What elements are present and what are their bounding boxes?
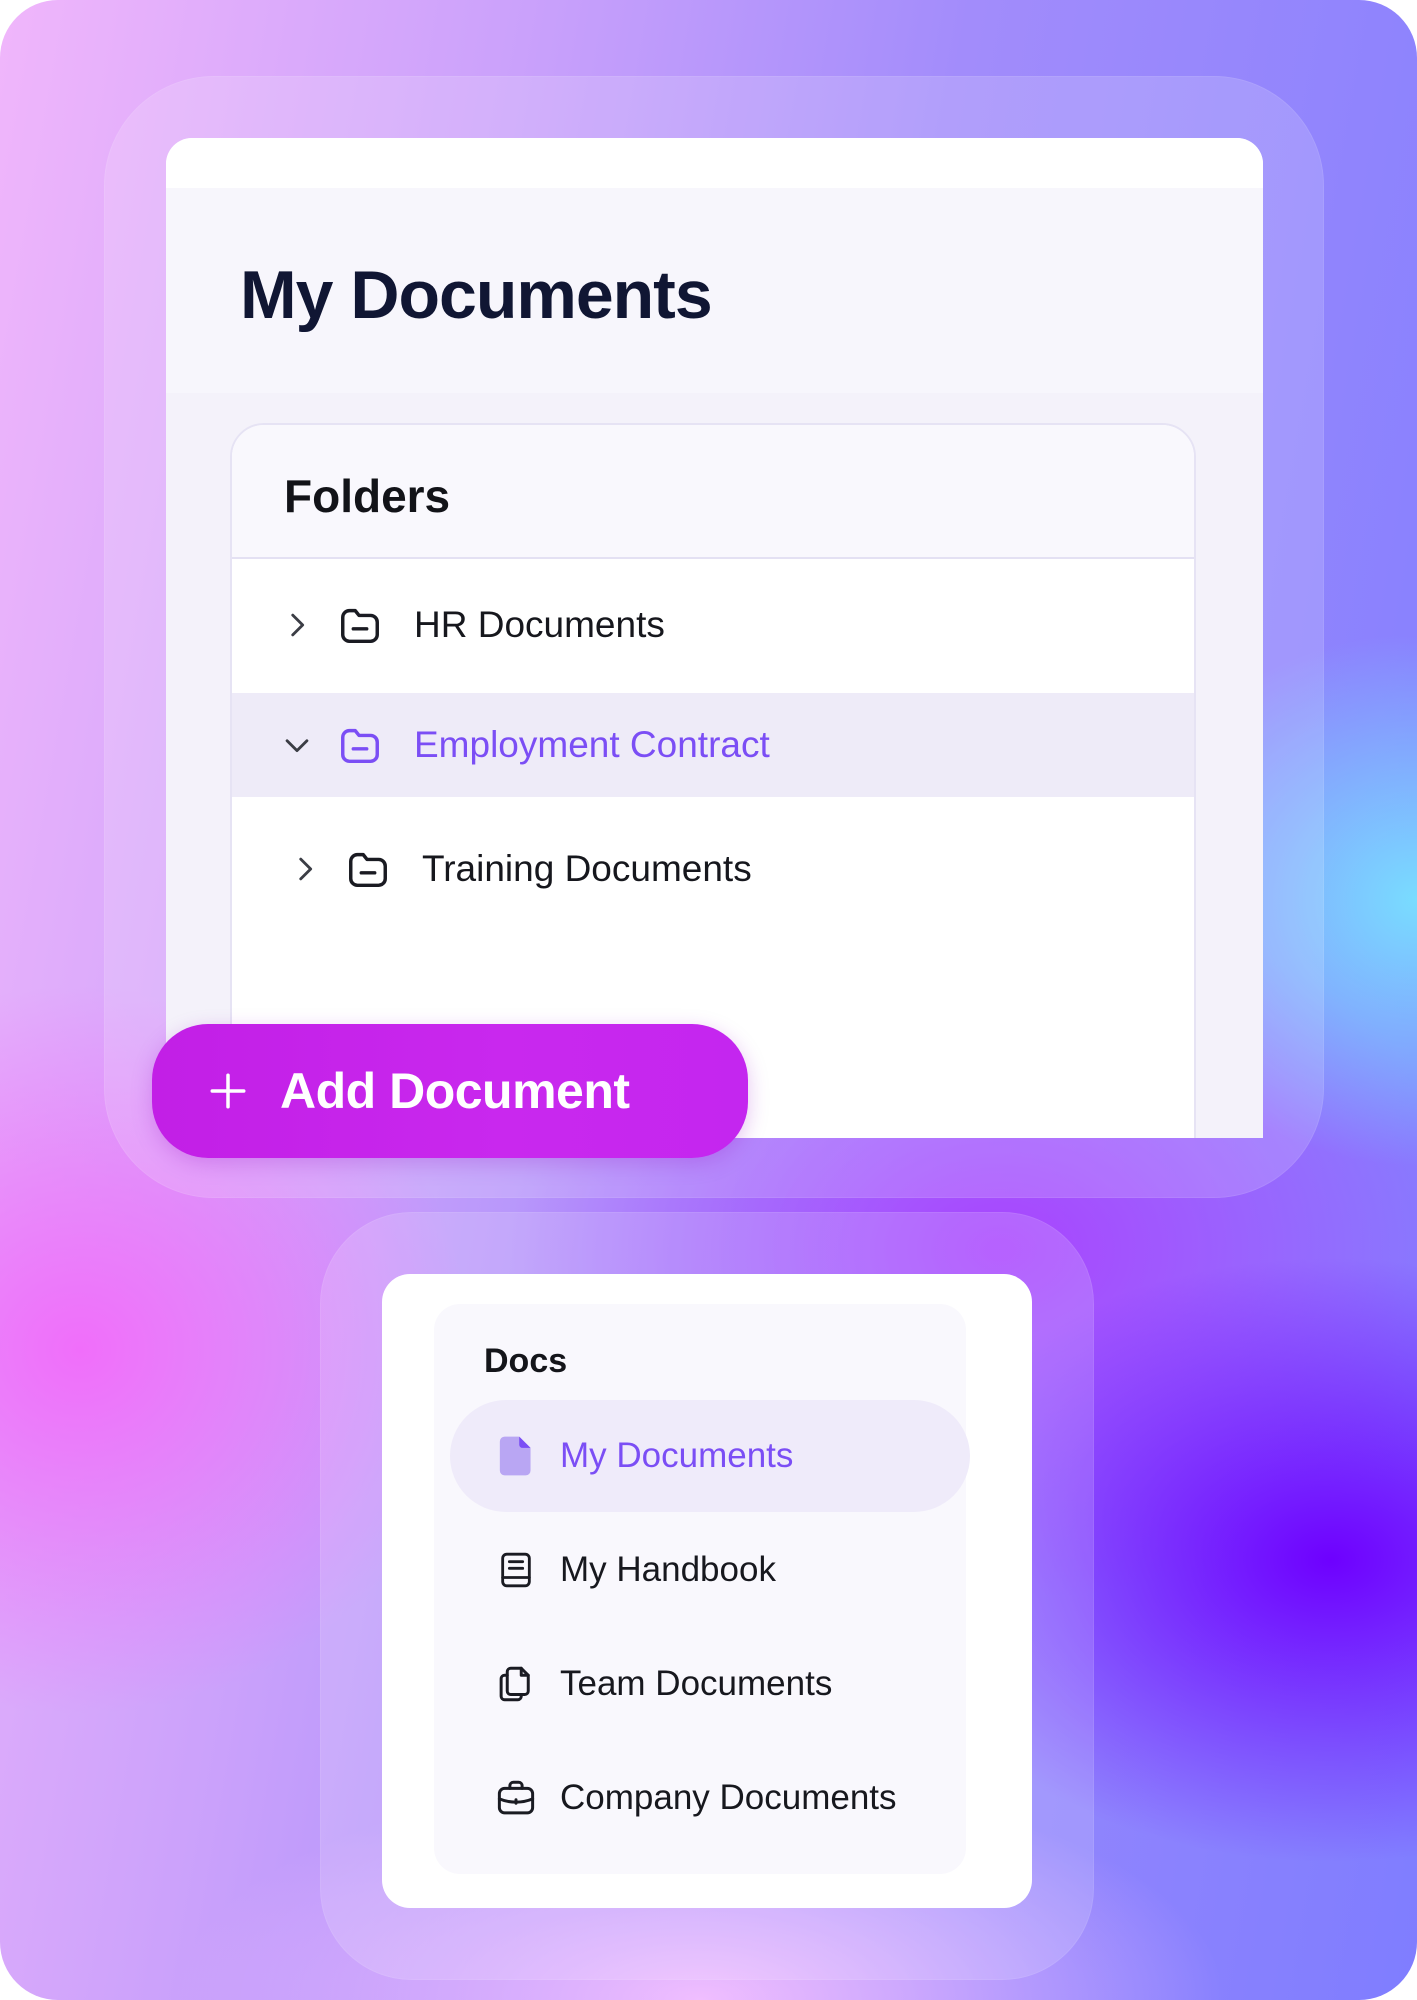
docs-navigation-card: Docs My Documents My Handbook Team Docum… — [382, 1274, 1032, 1908]
page-title: My Documents — [240, 257, 713, 333]
window-top-strip — [166, 138, 1263, 188]
document-icon — [494, 1434, 538, 1478]
chevron-down-icon[interactable] — [280, 728, 314, 762]
chevron-right-icon[interactable] — [288, 852, 322, 886]
nav-label: Company Documents — [560, 1778, 897, 1817]
documents-window: My Documents Folders HR Documents Employ… — [166, 138, 1263, 1138]
folder-row-employment-contract[interactable]: Employment Contract — [232, 693, 1194, 797]
nav-item-my-documents[interactable]: My Documents — [450, 1400, 970, 1512]
nav-label: My Documents — [560, 1436, 794, 1475]
copy-documents-icon — [494, 1662, 538, 1706]
add-document-button[interactable]: Add Document — [152, 1024, 748, 1158]
add-document-label: Add Document — [280, 1063, 630, 1119]
chevron-right-icon[interactable] — [280, 608, 314, 642]
folder-label: Training Documents — [422, 848, 752, 889]
folder-row-training-documents[interactable]: Training Documents — [232, 797, 1194, 941]
briefcase-icon — [494, 1776, 538, 1820]
docs-nav-title: Docs — [484, 1342, 568, 1380]
plus-icon — [206, 1069, 250, 1113]
nav-item-team-documents[interactable]: Team Documents — [450, 1628, 970, 1740]
nav-item-my-handbook[interactable]: My Handbook — [450, 1514, 970, 1626]
folder-label: HR Documents — [414, 604, 665, 645]
folder-label: Employment Contract — [414, 724, 770, 765]
docs-navigation: Docs My Documents My Handbook Team Docum… — [434, 1304, 970, 1874]
folders-header: Folders — [232, 425, 1194, 559]
nav-label: My Handbook — [560, 1550, 776, 1589]
folder-icon — [336, 601, 384, 649]
nav-label: Team Documents — [560, 1664, 833, 1703]
folders-title: Folders — [284, 470, 451, 522]
handbook-icon — [494, 1548, 538, 1592]
folder-icon — [344, 845, 392, 893]
folder-row-hr-documents[interactable]: HR Documents — [232, 558, 1194, 692]
nav-item-company-documents[interactable]: Company Documents — [450, 1742, 970, 1854]
folder-icon — [336, 721, 384, 769]
